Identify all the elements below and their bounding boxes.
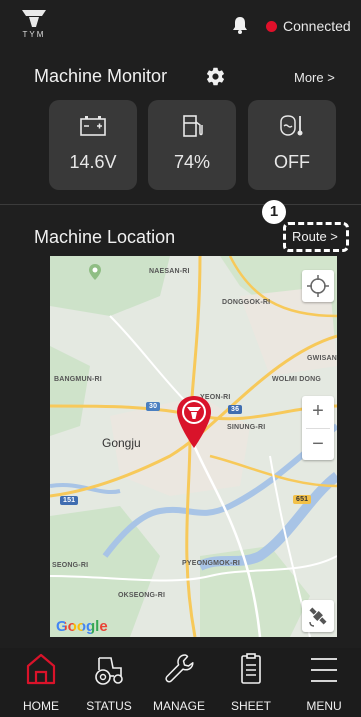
my-location-button[interactable] [302, 270, 334, 302]
tab-sheet[interactable]: SHEET [218, 648, 284, 717]
tab-label: MENU [306, 699, 342, 713]
google-logo: Google [56, 618, 108, 635]
bell-icon[interactable] [232, 16, 248, 34]
tab-label: SHEET [230, 699, 271, 713]
logo-text: TYM [22, 30, 46, 39]
tab-label: MANAGE [152, 699, 205, 713]
home-icon [25, 652, 57, 686]
status-bar: TYM Connected [0, 0, 361, 46]
tym-logo: TYM [20, 8, 48, 40]
battery-voltage-value: 14.6V [69, 152, 117, 172]
tab-status[interactable]: STATUS [76, 648, 142, 717]
route-shield: 30 [146, 402, 161, 411]
wrench-icon [163, 652, 195, 686]
fuel-icon [178, 114, 206, 138]
engine-temperature-icon [278, 114, 306, 138]
tab-label: HOME [23, 699, 59, 713]
machine-location-title: Machine Location [34, 227, 176, 247]
satellite-view-button[interactable] [302, 600, 334, 632]
map-label: BANGMUN-RI [54, 376, 102, 383]
more-link[interactable]: More > [294, 70, 335, 85]
tractor-icon [93, 652, 125, 686]
hamburger-menu-icon [308, 652, 340, 686]
map-label: SINUNG-RI [227, 424, 266, 431]
gear-icon[interactable] [205, 66, 226, 87]
machine-monitor-title: Machine Monitor [34, 66, 168, 86]
tab-home[interactable]: HOME [8, 648, 74, 717]
tab-manage[interactable]: MANAGE [146, 648, 212, 717]
tab-label: STATUS [86, 699, 132, 713]
location-map[interactable]: NAESAN-RI DONGGOK-RI GWISAN WOLMI DONG B… [50, 256, 337, 637]
map-label: OKSEONG-RI [118, 592, 166, 599]
map-city-label: Gongju [102, 436, 141, 450]
battery-icon [79, 114, 107, 138]
battery-card[interactable]: 14.6V [49, 100, 137, 190]
section-divider [0, 204, 361, 205]
fuel-card[interactable]: 74% [148, 100, 236, 190]
route-button[interactable]: Route > [292, 229, 338, 244]
route-shield: 651 [293, 495, 312, 504]
engine-temp-card[interactable]: OFF [248, 100, 336, 190]
clipboard-icon [235, 652, 267, 686]
route-shield: 151 [60, 496, 79, 505]
tab-menu[interactable]: MENU [291, 648, 357, 717]
map-label: NAESAN-RI [149, 268, 190, 275]
crosshair-icon [307, 275, 329, 297]
map-label: PYEONGMOK-RI [182, 560, 241, 567]
connection-status-dot [266, 21, 277, 32]
connection-status-text: Connected [283, 18, 351, 34]
engine-status-value: OFF [274, 152, 310, 172]
zoom-in-button[interactable]: + [302, 396, 334, 428]
satellite-icon [309, 607, 327, 627]
map-label: SEONG-RI [52, 562, 89, 569]
map-label: DONGGOK-RI [222, 299, 271, 306]
machine-location-pin-icon[interactable] [174, 394, 214, 450]
bottom-tab-bar: HOME STATUS MANAGE SHEET MENU [0, 648, 361, 717]
route-shield: 36 [228, 405, 243, 414]
fuel-level-value: 74% [173, 152, 211, 172]
annotation-badge: 1 [262, 200, 286, 224]
zoom-control: + − [302, 396, 334, 460]
map-label: WOLMI DONG [272, 376, 322, 383]
map-label: GWISAN [307, 355, 337, 362]
zoom-out-button[interactable]: − [302, 429, 334, 461]
